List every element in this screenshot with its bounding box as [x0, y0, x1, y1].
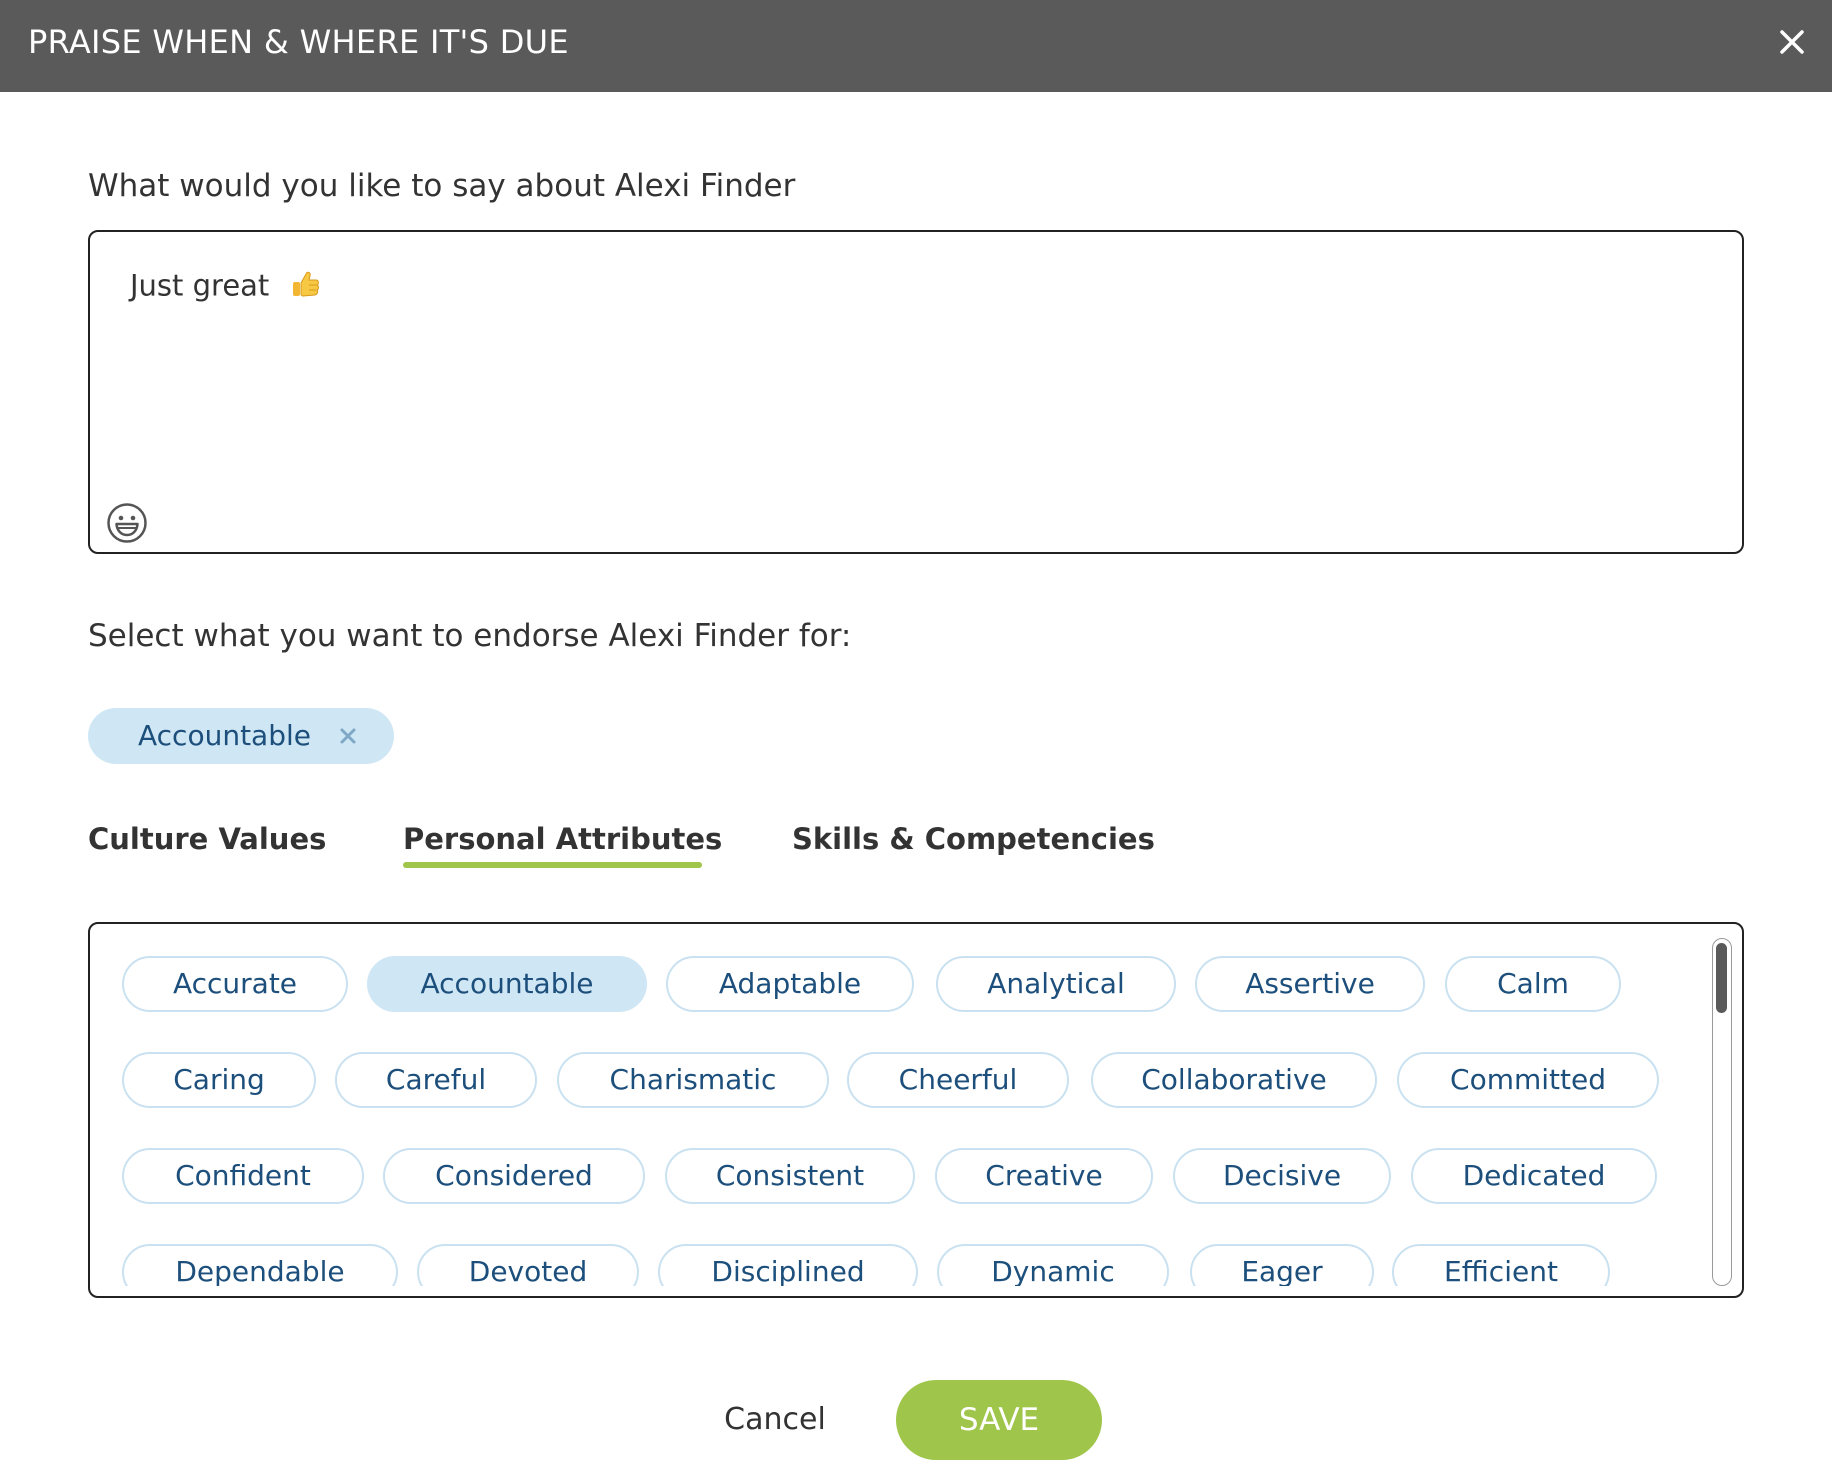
thumbs-up-icon — [289, 268, 321, 307]
attribute-tag-cheerful[interactable]: Cheerful — [847, 1052, 1069, 1108]
close-icon — [1780, 30, 1804, 54]
remove-selected-button[interactable] — [334, 722, 362, 750]
close-button[interactable] — [1772, 22, 1812, 62]
scrollbar-thumb[interactable] — [1716, 943, 1727, 1013]
attribute-tag-creative[interactable]: Creative — [935, 1148, 1153, 1204]
message-value: Just great — [130, 268, 270, 303]
attribute-tag-assertive[interactable]: Assertive — [1195, 956, 1425, 1012]
tag-panel-scrollbar[interactable] — [1712, 938, 1732, 1286]
attribute-tag-eager[interactable]: Eager — [1190, 1244, 1374, 1286]
attribute-tag-considered[interactable]: Considered — [383, 1148, 645, 1204]
message-text-wrapper: Just great — [130, 268, 321, 307]
message-prompt: What would you like to say about Alexi F… — [88, 168, 796, 204]
remove-icon — [340, 728, 356, 744]
attribute-tag-accurate[interactable]: Accurate — [122, 956, 348, 1012]
attribute-tag-dynamic[interactable]: Dynamic — [937, 1244, 1169, 1286]
save-button[interactable]: SAVE — [896, 1380, 1102, 1460]
attribute-tag-committed[interactable]: Committed — [1397, 1052, 1659, 1108]
attribute-tag-decisive[interactable]: Decisive — [1173, 1148, 1391, 1204]
attribute-tag-efficient[interactable]: Efficient — [1392, 1244, 1610, 1286]
attribute-tag-disciplined[interactable]: Disciplined — [658, 1244, 918, 1286]
smiley-icon — [107, 503, 147, 543]
attribute-tag-careful[interactable]: Careful — [335, 1052, 537, 1108]
attribute-tag-devoted[interactable]: Devoted — [417, 1244, 639, 1286]
message-textarea[interactable]: Just great — [88, 230, 1744, 554]
attribute-tag-panel: Accurate Accountable Adaptable Analytical As… — [88, 922, 1744, 1298]
attribute-tag-accountable[interactable]: Accountable — [367, 956, 647, 1012]
attribute-tag-charismatic[interactable]: Charismatic — [557, 1052, 829, 1108]
cancel-button[interactable]: Cancel — [702, 1380, 848, 1460]
emoji-picker-button[interactable] — [106, 502, 148, 544]
attribute-tag-analytical[interactable]: Analytical — [936, 956, 1176, 1012]
tab-culture-values[interactable]: Culture Values — [88, 822, 326, 856]
selected-endorsement-chip: Accountable — [88, 708, 394, 764]
attribute-tag-collaborative[interactable]: Collaborative — [1091, 1052, 1377, 1108]
dialog-title: PRAISE WHEN & WHERE IT'S DUE — [28, 23, 569, 61]
attribute-tag-confident[interactable]: Confident — [122, 1148, 364, 1204]
selected-chip-label: Accountable — [138, 719, 311, 752]
active-tab-indicator — [403, 862, 702, 868]
attribute-tag-list: Accurate Accountable Adaptable Analytical As… — [90, 924, 1690, 1286]
tab-personal-attributes[interactable]: Personal Attributes — [403, 822, 722, 856]
attribute-tag-adaptable[interactable]: Adaptable — [666, 956, 914, 1012]
attribute-tag-dedicated[interactable]: Dedicated — [1411, 1148, 1657, 1204]
attribute-tag-consistent[interactable]: Consistent — [665, 1148, 915, 1204]
attribute-tag-caring[interactable]: Caring — [122, 1052, 316, 1108]
endorse-prompt: Select what you want to endorse Alexi Fi… — [88, 618, 852, 654]
attribute-tag-calm[interactable]: Calm — [1445, 956, 1621, 1012]
praise-dialog: PRAISE WHEN & WHERE IT'S DUE What would … — [0, 0, 1832, 1474]
dialog-header: PRAISE WHEN & WHERE IT'S DUE — [0, 0, 1832, 92]
attribute-tag-dependable[interactable]: Dependable — [122, 1244, 398, 1286]
tab-skills-competencies[interactable]: Skills & Competencies — [792, 822, 1155, 856]
